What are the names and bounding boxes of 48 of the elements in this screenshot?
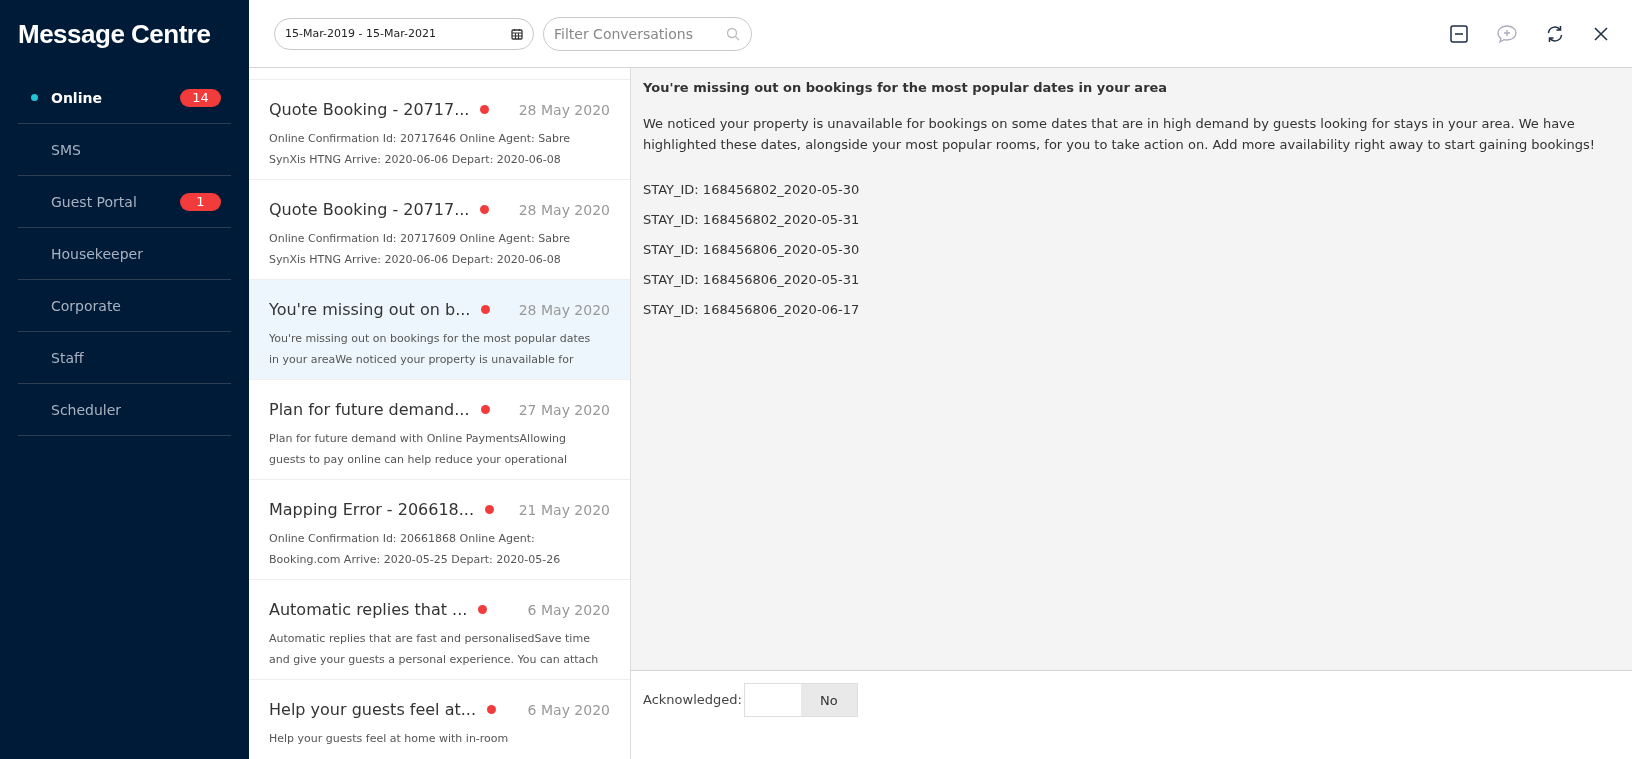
acknowledged-toggle[interactable]: No (743, 683, 858, 717)
app-title: Message Centre (17, 18, 212, 51)
sidebar-item[interactable]: Housekeeper (18, 228, 231, 280)
conversation-date: 6 May 2020 (527, 601, 610, 618)
conversation-preview: Automatic replies that are fast and personalisedSave time and give your guests a personal experience. You can attach (269, 631, 600, 668)
stay-id-line: STAY_ID: 168456802_2020-05-30 (643, 181, 861, 199)
sidebar-item[interactable]: Online 14 (18, 72, 231, 124)
conversation-preview: You're missing out on bookings for the most popular dates in your areaWe noticed your property is unavailable for (269, 331, 592, 368)
search-icon (726, 26, 740, 41)
stay-id-line: STAY_ID: 168456802_2020-05-31 (643, 211, 861, 229)
conversation-date: 27 May 2020 (518, 401, 610, 418)
message-subject: You're missing out on bookings for the most popular dates in your area (643, 80, 1169, 95)
conversation-preview: Help your guests feel at home with in-room (269, 731, 510, 747)
refresh-icon[interactable] (1545, 23, 1565, 44)
conversation-date: 21 May 2020 (518, 501, 610, 518)
conversation-title: Quote Booking - 20717... (269, 100, 470, 119)
conversation-title: Help your guests feel at... (269, 700, 476, 719)
sidebar-item[interactable]: Guest Portal 1 (18, 176, 231, 228)
conversation-title: Plan for future demand... (269, 400, 470, 419)
conversation-title: Quote Booking - 20717... (269, 200, 470, 219)
collapse-icon[interactable] (1449, 23, 1469, 44)
conversation-date: 28 May 2020 (518, 201, 610, 218)
conversation-preview: Online Confirmation Id: 20717646 Online Agent: Sabre SynXis HTNG Arrive: 2020-06-06 Depart: 2020-06-08 (269, 131, 572, 168)
stay-id-line: STAY_ID: 168456806_2020-05-30 (643, 241, 861, 259)
stay-id-line: STAY_ID: 168456806_2020-06-17 (643, 301, 861, 319)
calendar-icon (511, 27, 523, 40)
conversation-item[interactable]: You're missing out on b... 28 May 2020 You're missing out on bookings for the most popular dates in your areaWe noticed your property is unavailable for (249, 280, 630, 380)
conversation-date: 6 May 2020 (527, 701, 610, 718)
count-badge: 1 (180, 192, 221, 211)
stay-id-line: STAY_ID: 168456806_2020-05-31 (643, 271, 861, 289)
conversation-preview: Online Confirmation Id: 20661868 Online Agent: Booking.com Arrive: 2020-05-25 Depart: 2020-05-26 (269, 531, 562, 568)
sidebar-item[interactable]: Staff (18, 332, 231, 384)
conversation-preview: Online Confirmation Id: 20717609 Online Agent: Sabre SynXis HTNG Arrive: 2020-06-06 Depart: 2020-06-08 (269, 231, 572, 268)
count-badge: 14 (180, 88, 221, 107)
sidebar-item[interactable]: Scheduler (18, 384, 231, 436)
conversation-date: 28 May 2020 (518, 101, 610, 118)
conversation-preview: Plan for future demand with Online PaymentsAllowing guests to pay online can help reduce your operational (269, 431, 568, 468)
acknowledged-label: Acknowledged: (643, 691, 742, 709)
sidebar-item[interactable]: SMS (18, 124, 231, 176)
conversation-title: Mapping Error - 206618... (269, 500, 475, 519)
conversation-date: 28 May 2020 (518, 301, 610, 318)
conversation-title: You're missing out on b... (269, 300, 471, 319)
filter-search-field[interactable]: Filter Conversations (543, 16, 752, 51)
sidebar-item[interactable]: Corporate (18, 280, 231, 332)
conversation-title: Automatic replies that ... (269, 600, 468, 619)
active-dot-icon (31, 94, 38, 101)
message-body: We noticed your property is unavailable for bookings on some dates that are in high demand by guests looking for stays in your area. We have highlighted these dates, alongside your most popular rooms, for you to take action on. Add more availability right away to start gaining bookings! (643, 115, 1597, 154)
close-icon[interactable] (1592, 24, 1610, 43)
